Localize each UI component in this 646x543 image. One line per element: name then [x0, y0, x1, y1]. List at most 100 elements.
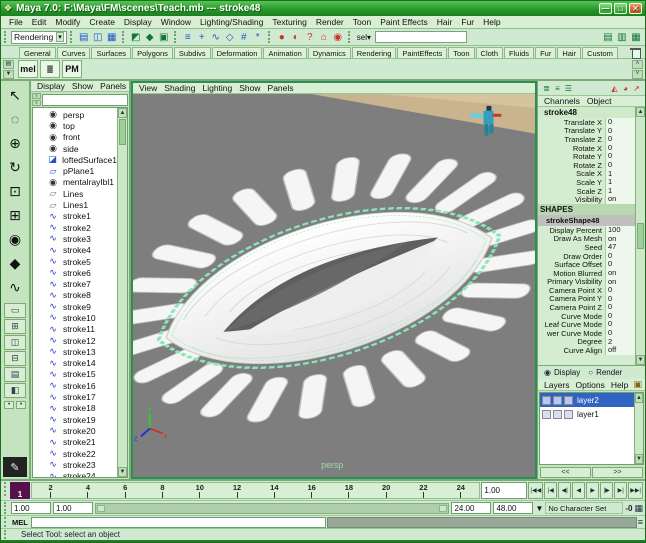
snap-view-icon[interactable]: #	[237, 30, 251, 44]
channel-row[interactable]: Leaf Curve Mode 0	[538, 320, 635, 329]
last-tool-icon[interactable]: ∿	[3, 275, 27, 299]
render-current-icon[interactable]: ●	[275, 30, 289, 44]
outliner-item[interactable]: ∿ stroke14	[33, 358, 117, 369]
viewport-menu-item[interactable]: Shading	[161, 83, 198, 93]
timeline-frame-label[interactable]: 16	[293, 483, 330, 498]
layout-shortcut-button[interactable]: ⊞	[4, 319, 26, 334]
drag-handle[interactable]	[4, 502, 8, 513]
drag-handle[interactable]	[174, 31, 178, 44]
timeline-frame-label[interactable]: 22	[405, 483, 442, 498]
channel-row[interactable]: Motion Blurred on	[538, 269, 635, 278]
auto-key-icon[interactable]: -0	[625, 504, 632, 513]
channel-box-menu-item[interactable]: Channels	[541, 96, 583, 106]
drag-handle[interactable]	[122, 31, 126, 44]
display-radio[interactable]: ◉ Display	[544, 368, 580, 377]
rotate-tool-icon[interactable]: ↻	[3, 155, 27, 179]
scroll-up-icon[interactable]: ▲	[118, 108, 127, 118]
move-tool-icon[interactable]: ⊕	[3, 131, 27, 155]
outliner-filter-input[interactable]	[42, 94, 128, 106]
playback-button[interactable]: ◀|	[558, 482, 571, 499]
ipr-render-icon[interactable]: ◐	[289, 30, 303, 44]
menu-item[interactable]: Modify	[51, 17, 84, 27]
mel-script-button[interactable]: mel	[18, 60, 38, 78]
outliner-item[interactable]: ∿ stroke9	[33, 301, 117, 312]
outliner-item[interactable]: ∿ stroke7	[33, 278, 117, 289]
select-hierarchy-icon[interactable]: ◩	[129, 30, 143, 44]
outliner-menu-item[interactable]: Panels	[97, 81, 129, 91]
outliner-item[interactable]: ∿ stroke17	[33, 391, 117, 402]
menu-item[interactable]: Edit	[28, 17, 51, 27]
outliner-item[interactable]: ◉ front	[33, 132, 117, 143]
channel-row[interactable]: Scale Z 1	[538, 187, 635, 196]
channel-row[interactable]: Visibility on	[538, 195, 635, 204]
new-scene-icon[interactable]: ▤	[77, 30, 91, 44]
drag-handle[interactable]	[4, 31, 8, 44]
command-input[interactable]	[31, 517, 326, 528]
scroll-down-icon[interactable]: ▼	[118, 467, 127, 477]
drag-handle[interactable]	[268, 31, 272, 44]
timeline-frame-label[interactable]: 8	[144, 483, 181, 498]
viewport-menu-item[interactable]: View	[136, 83, 160, 93]
layer-visibility-box[interactable]	[542, 410, 551, 419]
layer-editor-toggle-icon[interactable]: ▦	[629, 30, 643, 44]
snap-curve-icon[interactable]: +	[195, 30, 209, 44]
scroll-up-icon[interactable]: ▲	[636, 107, 645, 117]
channel-row[interactable]: Display Percent 100	[538, 226, 635, 235]
render-radio[interactable]: ○ Render	[588, 368, 622, 377]
outliner-item[interactable]: ▱ Lines1	[33, 199, 117, 210]
channel-box-toggle-icon[interactable]: ▥	[615, 30, 629, 44]
menu-item[interactable]: Render	[312, 17, 348, 27]
layer-menu-item[interactable]: Layers	[541, 380, 573, 390]
menu-item[interactable]: Texturing	[268, 17, 311, 27]
outliner-menu-item[interactable]: Show	[69, 81, 96, 91]
outliner-filter-button[interactable]: ≡	[32, 93, 41, 99]
channel-value-field[interactable]: on	[605, 195, 635, 204]
playback-start-field[interactable]: 1.00	[53, 502, 93, 514]
layer-visibility-box[interactable]	[542, 396, 551, 405]
outliner-item[interactable]: ◉ persp	[33, 109, 117, 120]
menu-item[interactable]: Toon	[349, 17, 375, 27]
outliner-item[interactable]: ◪ loftedSurface1	[33, 154, 117, 165]
viewport-menu-item[interactable]: Panels	[265, 83, 297, 93]
outliner-item[interactable]: ◉ side	[33, 143, 117, 154]
range-handle-right[interactable]	[439, 505, 447, 512]
select-tool-icon[interactable]: ↖	[3, 83, 27, 107]
drag-handle[interactable]	[4, 517, 8, 527]
snap-point-icon[interactable]: ∿	[209, 30, 223, 44]
layer-color-box[interactable]	[564, 410, 573, 419]
shelf-tab[interactable]: PaintEffects	[397, 47, 447, 58]
drag-handle[interactable]	[4, 530, 8, 539]
soft-mod-icon[interactable]: ◉	[3, 227, 27, 251]
range-slider-track[interactable]	[95, 503, 449, 514]
outliner-filter-button[interactable]: ≡	[32, 100, 41, 106]
snap-grid-icon[interactable]: ≡	[181, 30, 195, 44]
layout-shortcut-button[interactable]: ⊟	[4, 351, 26, 366]
channel-row[interactable]: Rotate X 0	[538, 144, 635, 153]
drag-handle[interactable]	[348, 31, 352, 44]
shelf-tab[interactable]: General	[19, 47, 56, 58]
show-manip-icon[interactable]: ◆	[3, 251, 27, 275]
shelf-tab[interactable]: Fluids	[504, 47, 534, 58]
timeline-frame-label[interactable]: 14	[256, 483, 293, 498]
shelf-tab[interactable]: Toon	[448, 47, 474, 58]
outliner-item[interactable]: ∿ stroke22	[33, 448, 117, 459]
lasso-tool-icon[interactable]: ◌	[3, 107, 27, 131]
playback-end-field[interactable]: 24.00	[451, 502, 491, 514]
menu-item[interactable]: Hair	[433, 17, 457, 27]
layer-menu-item[interactable]: Help	[608, 380, 631, 390]
playback-button[interactable]: |◀	[544, 482, 557, 499]
channel-box-menu-item[interactable]: Object	[584, 96, 615, 106]
channel-row[interactable]: Translate X 0	[538, 118, 635, 127]
render-settings-icon[interactable]: ?	[303, 30, 317, 44]
close-button[interactable]: ✕	[629, 3, 642, 14]
shelf-tab[interactable]: Fur	[535, 47, 556, 58]
minimize-button[interactable]: —	[599, 3, 612, 14]
channel-row[interactable]: Scale X 1	[538, 170, 635, 179]
select-object-icon[interactable]: ◆	[143, 30, 157, 44]
scroll-down-icon[interactable]: ▼	[635, 454, 643, 464]
outliner-item[interactable]: ∿ stroke4	[33, 245, 117, 256]
shelf-scroll-up[interactable]: ˄	[632, 60, 643, 69]
shelf-tab[interactable]: Curves	[57, 47, 91, 58]
playback-button[interactable]: |◀◀	[528, 482, 543, 499]
layer-next-button[interactable]: >>	[592, 467, 643, 478]
